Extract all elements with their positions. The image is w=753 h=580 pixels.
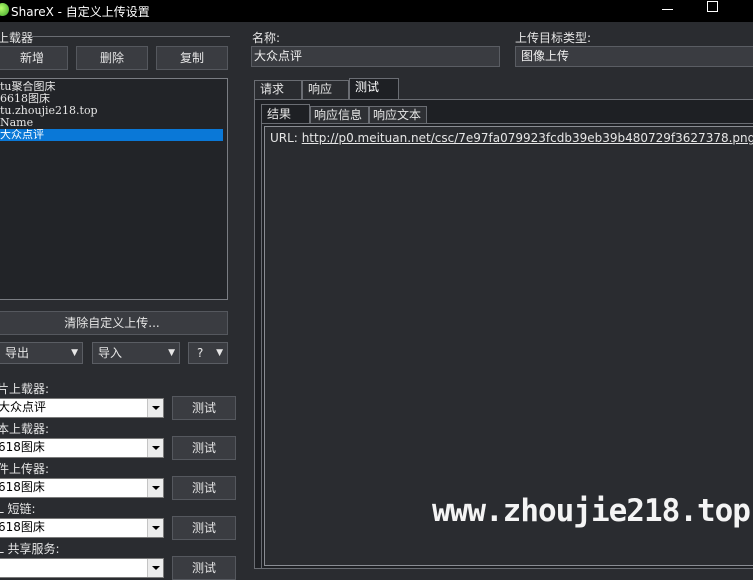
- list-item[interactable]: Name: [0, 117, 223, 129]
- chevron-down-icon[interactable]: [147, 479, 163, 497]
- tab-response[interactable]: 响应: [302, 80, 349, 100]
- chevron-down-icon[interactable]: [147, 519, 163, 537]
- chevron-down-icon: ▼: [168, 348, 175, 358]
- list-item[interactable]: tu聚合图床: [0, 81, 223, 93]
- test-text-uploader-button[interactable]: 测试: [172, 436, 236, 460]
- help-label: ?: [197, 346, 204, 360]
- destination-type-label: 上传目标类型:: [515, 31, 592, 45]
- delete-uploader-button[interactable]: 删除: [76, 46, 148, 70]
- url-sharing-label: L 共享服务:: [0, 542, 60, 556]
- help-dropdown[interactable]: ? ▼: [188, 342, 228, 364]
- test-file-uploader-button[interactable]: 测试: [172, 476, 236, 500]
- tab-request[interactable]: 请求: [254, 80, 302, 100]
- import-dropdown[interactable]: 导入 ▼: [92, 342, 180, 364]
- text-uploader-value: 618图床: [0, 440, 45, 454]
- text-uploader-label: 本上载器:: [0, 422, 50, 436]
- name-label: 名称:: [252, 31, 281, 45]
- image-uploader-label: 片上载器:: [0, 382, 50, 396]
- tab-response-info[interactable]: 响应信息: [310, 106, 369, 124]
- window-title: ShareX - 自定义上传设置: [11, 5, 150, 19]
- chevron-down-icon[interactable]: [147, 399, 163, 417]
- file-uploader-select[interactable]: 618图床: [0, 478, 164, 498]
- name-input[interactable]: 大众点评: [251, 46, 500, 67]
- list-item-selected[interactable]: 大众点评: [0, 129, 223, 141]
- clear-custom-uploaders-button[interactable]: 清除自定义上传...: [0, 311, 228, 335]
- group-divider: [32, 36, 230, 37]
- text-uploader-select[interactable]: 618图床: [0, 438, 164, 458]
- test-url-shortener-button[interactable]: 测试: [172, 516, 236, 540]
- destination-type-select[interactable]: 图像上传: [515, 46, 753, 67]
- url-shortener-label: L 短链:: [0, 502, 36, 516]
- image-uploader-select[interactable]: 大众点评: [0, 398, 164, 418]
- url-shortener-value: 618图床: [0, 520, 45, 534]
- url-shortener-select[interactable]: 618图床: [0, 518, 164, 538]
- test-image-uploader-button[interactable]: 测试: [172, 396, 236, 420]
- chevron-down-icon[interactable]: [147, 559, 163, 577]
- image-uploader-value: 大众点评: [0, 400, 47, 414]
- list-item[interactable]: 6618图床: [0, 93, 223, 105]
- chevron-down-icon: ▼: [216, 348, 223, 358]
- export-dropdown[interactable]: 导出 ▼: [0, 342, 83, 364]
- file-uploader-label: 件上传器:: [0, 462, 50, 476]
- file-uploader-value: 618图床: [0, 480, 45, 494]
- tab-response-text[interactable]: 响应文本: [369, 106, 427, 124]
- chevron-down-icon[interactable]: [147, 439, 163, 457]
- tab-test[interactable]: 测试: [349, 78, 399, 100]
- tab-result[interactable]: 结果: [261, 104, 310, 124]
- export-label: 导出: [5, 346, 30, 360]
- url-label: URL:: [270, 131, 298, 145]
- uploaders-group-label: 上载器: [0, 31, 34, 45]
- maximize-icon[interactable]: [704, 0, 720, 14]
- copy-uploader-button[interactable]: 复制: [156, 46, 228, 70]
- minimize-icon[interactable]: [658, 0, 678, 18]
- import-label: 导入: [98, 346, 123, 360]
- list-item[interactable]: tu.zhoujie218.top: [0, 105, 223, 117]
- watermark-text: www.zhoujie218.top: [432, 493, 751, 529]
- chevron-down-icon: ▼: [71, 348, 78, 358]
- add-uploader-button[interactable]: 新增: [0, 46, 68, 70]
- test-url-sharing-button[interactable]: 测试: [172, 556, 236, 580]
- url-sharing-select[interactable]: [0, 558, 164, 578]
- uploader-list[interactable]: tu聚合图床 6618图床 tu.zhoujie218.top Name 大众点…: [0, 78, 228, 300]
- result-url-link[interactable]: http://p0.meituan.net/csc/7e97fa079923fc…: [302, 131, 753, 145]
- result-line: URL: http://p0.meituan.net/csc/7e97fa079…: [270, 131, 753, 145]
